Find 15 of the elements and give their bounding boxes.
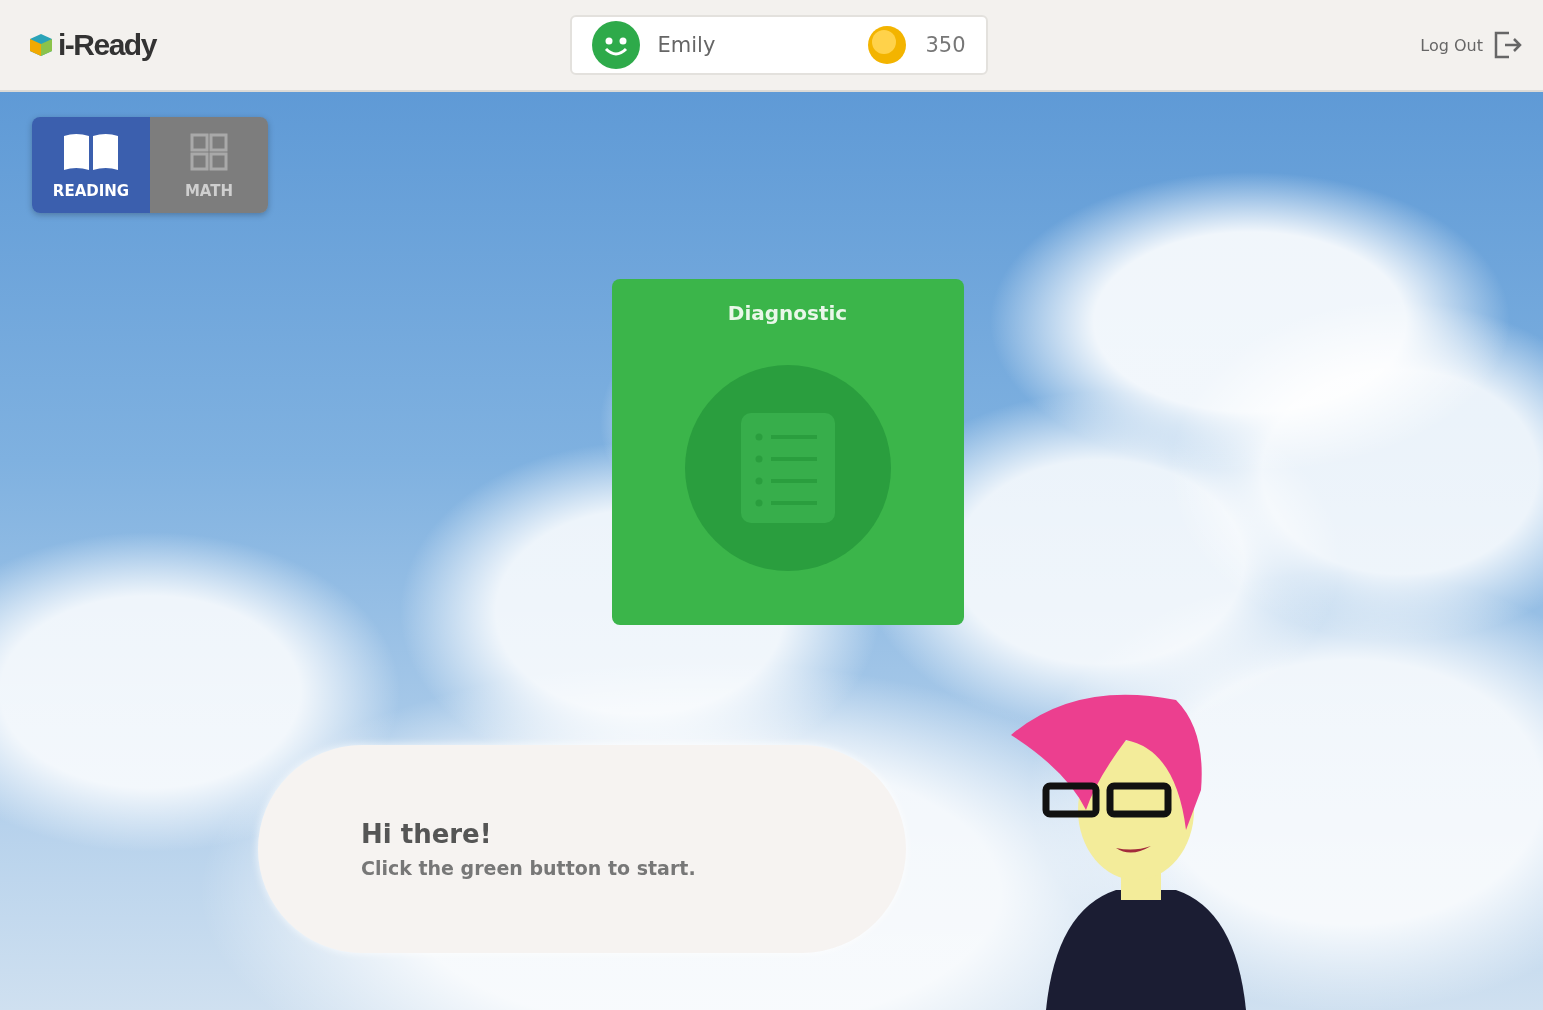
coin-count: 350 [925, 33, 966, 57]
logo-text: i-Ready [58, 28, 156, 62]
grid-icon [189, 131, 229, 172]
bubble-message: Click the green button to start. [361, 857, 697, 879]
cube-icon [28, 32, 54, 58]
book-icon [62, 131, 120, 172]
user-name: Emily [657, 33, 717, 57]
card-title: Diagnostic [727, 300, 848, 325]
subject-tab[interactable]: MATH [150, 117, 268, 213]
bubble-title: Hi there! [361, 819, 493, 849]
subject-tab[interactable]: READING [32, 117, 150, 213]
logout-button[interactable]: Log Out [1414, 29, 1529, 61]
coin-icon [867, 25, 908, 65]
logout-icon [1493, 30, 1523, 60]
smiley-avatar-icon [591, 21, 640, 69]
